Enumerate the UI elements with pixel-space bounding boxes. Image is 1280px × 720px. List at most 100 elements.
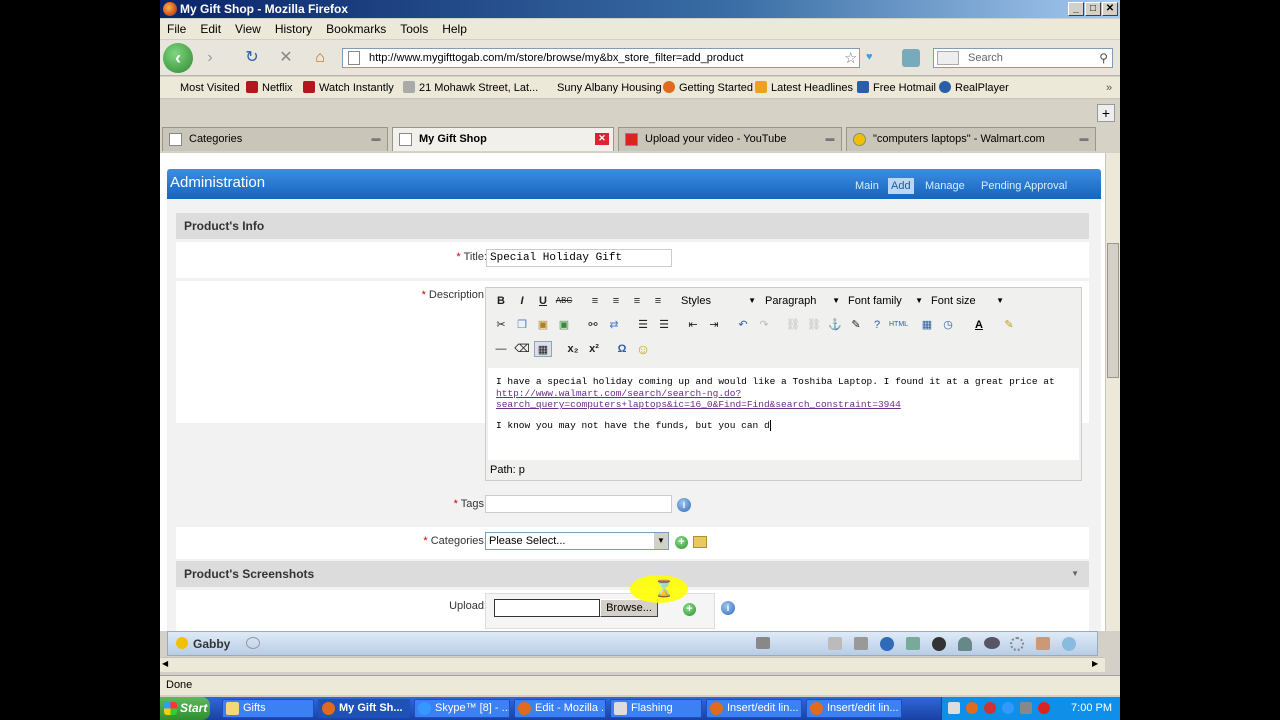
info-icon[interactable]: i [721, 601, 735, 615]
admin-nav-pending-approval[interactable]: Pending Approval [981, 180, 1067, 192]
special-char-icon[interactable]: Ω [613, 341, 631, 357]
font-size-dropdown[interactable]: Font size ▼ [928, 294, 1006, 310]
font-family-dropdown[interactable]: Font family ▼ [845, 294, 925, 310]
reload-icon[interactable]: ↻ [238, 44, 266, 72]
numbered-list-icon[interactable]: ☰ [655, 317, 673, 333]
strikethrough-button[interactable]: ABC [555, 293, 573, 309]
scroll-left-icon[interactable]: ◀ [162, 659, 168, 668]
menu-edit[interactable]: Edit [193, 19, 228, 39]
bookmark-watch-instantly[interactable]: Watch Instantly [303, 80, 394, 96]
close-tab-icon[interactable]: ✕ [595, 133, 609, 145]
friends-icon[interactable] [906, 637, 920, 650]
italic-button[interactable]: I [513, 293, 531, 309]
horizontal-scrollbar[interactable]: ◀ ▶ [160, 657, 1105, 672]
menu-view[interactable]: View [228, 19, 268, 39]
twitter-icon[interactable]: ♥ [866, 51, 873, 63]
stop-icon[interactable]: ✕ [272, 44, 300, 72]
back-arrow-icon[interactable]: ‹ [163, 43, 193, 73]
bookmark-most-visited[interactable]: Most Visited [164, 80, 240, 96]
horizontal-rule-icon[interactable]: — [492, 341, 510, 357]
bookmark-mohawk-street[interactable]: 21 Mohawk Street, Lat... [403, 80, 538, 96]
menu-help[interactable]: Help [435, 19, 474, 39]
info-icon[interactable]: i [677, 498, 691, 512]
tray-network-icon[interactable] [948, 702, 960, 714]
subscript-icon[interactable]: x₂ [564, 341, 582, 357]
unlink-icon[interactable]: ⛓ [805, 317, 823, 333]
tab-youtube[interactable]: Upload your video - YouTube ▬ [618, 127, 842, 151]
close-tab-icon[interactable]: ▬ [1077, 133, 1091, 145]
search-input[interactable]: Search ⚲ [933, 48, 1113, 68]
highlight-color-icon[interactable]: ✎ [1000, 317, 1018, 333]
tray-alert-icon[interactable] [1038, 702, 1050, 714]
outdent-icon[interactable]: ⇤ [684, 317, 702, 333]
link-icon[interactable]: ⛓ [784, 317, 802, 333]
mail-icon[interactable] [854, 637, 868, 650]
html-icon[interactable]: HTML [889, 317, 908, 333]
help-icon[interactable]: ? [868, 317, 886, 333]
superscript-icon[interactable]: x² [585, 341, 603, 357]
align-right-icon[interactable]: ≡ [628, 293, 646, 309]
ball-icon[interactable] [932, 637, 946, 651]
globe-icon[interactable] [1062, 637, 1076, 651]
tab-categories[interactable]: Categories ▬ [162, 127, 388, 151]
undo-icon[interactable]: ↶ [734, 317, 752, 333]
upload-file-input[interactable] [494, 599, 600, 617]
redo-icon[interactable]: ↷ [755, 317, 773, 333]
paste-word-icon[interactable]: ▣ [555, 317, 573, 333]
admin-nav-add[interactable]: Add [888, 178, 914, 194]
collapse-icon[interactable]: ▼ [1071, 561, 1079, 587]
chevron-right-icon[interactable]: » [1106, 80, 1112, 96]
bookmark-netflix[interactable]: Netflix [246, 80, 293, 96]
add-upload-icon[interactable]: + [683, 603, 696, 616]
bullet-list-icon[interactable]: ☰ [634, 317, 652, 333]
align-center-icon[interactable]: ≡ [607, 293, 625, 309]
folder-add-icon[interactable] [693, 536, 707, 548]
menu-history[interactable]: History [268, 19, 319, 39]
admin-nav-manage[interactable]: Manage [925, 180, 965, 192]
tab-my-gift-shop[interactable]: My Gift Shop ✕ [392, 127, 614, 151]
bookmark-latest-headlines[interactable]: Latest Headlines [755, 80, 853, 96]
new-tab-icon[interactable]: + [1097, 104, 1115, 122]
menu-file[interactable]: File [160, 19, 193, 39]
chat-options-icon[interactable] [246, 637, 260, 649]
align-left-icon[interactable]: ≡ [586, 293, 604, 309]
taskbar-item-insert-edit-link-2[interactable]: Insert/edit lin... [806, 699, 902, 718]
copy-icon[interactable]: ❐ [513, 317, 531, 333]
replace-icon[interactable]: ⇄ [605, 317, 623, 333]
walmart-link[interactable]: http://www.walmart.com/search/search-ng.… [496, 388, 901, 411]
find-icon[interactable]: ⚯ [584, 317, 602, 333]
paste-icon[interactable]: ▣ [534, 317, 552, 333]
home-icon[interactable]: ⌂ [306, 44, 334, 72]
menu-tools[interactable]: Tools [393, 19, 435, 39]
menu-bookmarks[interactable]: Bookmarks [319, 19, 393, 39]
cut-icon[interactable]: ✂ [492, 317, 510, 333]
close-tab-icon[interactable]: ▬ [369, 133, 383, 145]
bold-button[interactable]: B [492, 293, 510, 309]
addon-icon[interactable] [902, 49, 920, 67]
tray-antivirus-icon[interactable] [984, 702, 996, 714]
forward-arrow-icon[interactable]: › [196, 44, 224, 72]
bookmark-free-hotmail[interactable]: Free Hotmail [857, 80, 936, 96]
taskbar-item-my-gift-shop[interactable]: My Gift Sh... [318, 699, 410, 718]
align-justify-icon[interactable]: ≡ [649, 293, 667, 309]
tags-input[interactable] [485, 495, 672, 513]
start-button[interactable]: Start [160, 697, 210, 720]
taskbar-item-insert-edit-link-1[interactable]: Insert/edit lin... [706, 699, 802, 718]
paragraph-dropdown[interactable]: Paragraph ▼ [762, 294, 842, 310]
bookmark-star-icon[interactable]: ☆ [844, 49, 857, 67]
insert-date-icon[interactable]: ▦ [918, 317, 936, 333]
scroll-right-icon[interactable]: ▶ [1092, 659, 1098, 668]
games-icon[interactable] [984, 637, 1000, 649]
user-icon[interactable] [958, 637, 972, 651]
maximize-button[interactable]: □ [1085, 2, 1101, 16]
vertical-scrollbar[interactable] [1105, 153, 1120, 631]
url-bar[interactable]: http://www.mygifttogab.com/m/store/brows… [342, 48, 860, 68]
tab-walmart[interactable]: "computers laptops" - Walmart.com ▬ [846, 127, 1096, 151]
close-button[interactable]: ✕ [1102, 2, 1118, 16]
indent-icon[interactable]: ⇥ [705, 317, 723, 333]
taskbar-item-edit-mozilla[interactable]: Edit - Mozilla ... [514, 699, 606, 718]
search-engine-icon[interactable] [937, 51, 959, 65]
emoticon-icon[interactable]: ☺ [634, 341, 652, 357]
chat-user-name[interactable]: Gabby [193, 637, 230, 651]
taskbar-item-flashing[interactable]: Flashing [610, 699, 702, 718]
